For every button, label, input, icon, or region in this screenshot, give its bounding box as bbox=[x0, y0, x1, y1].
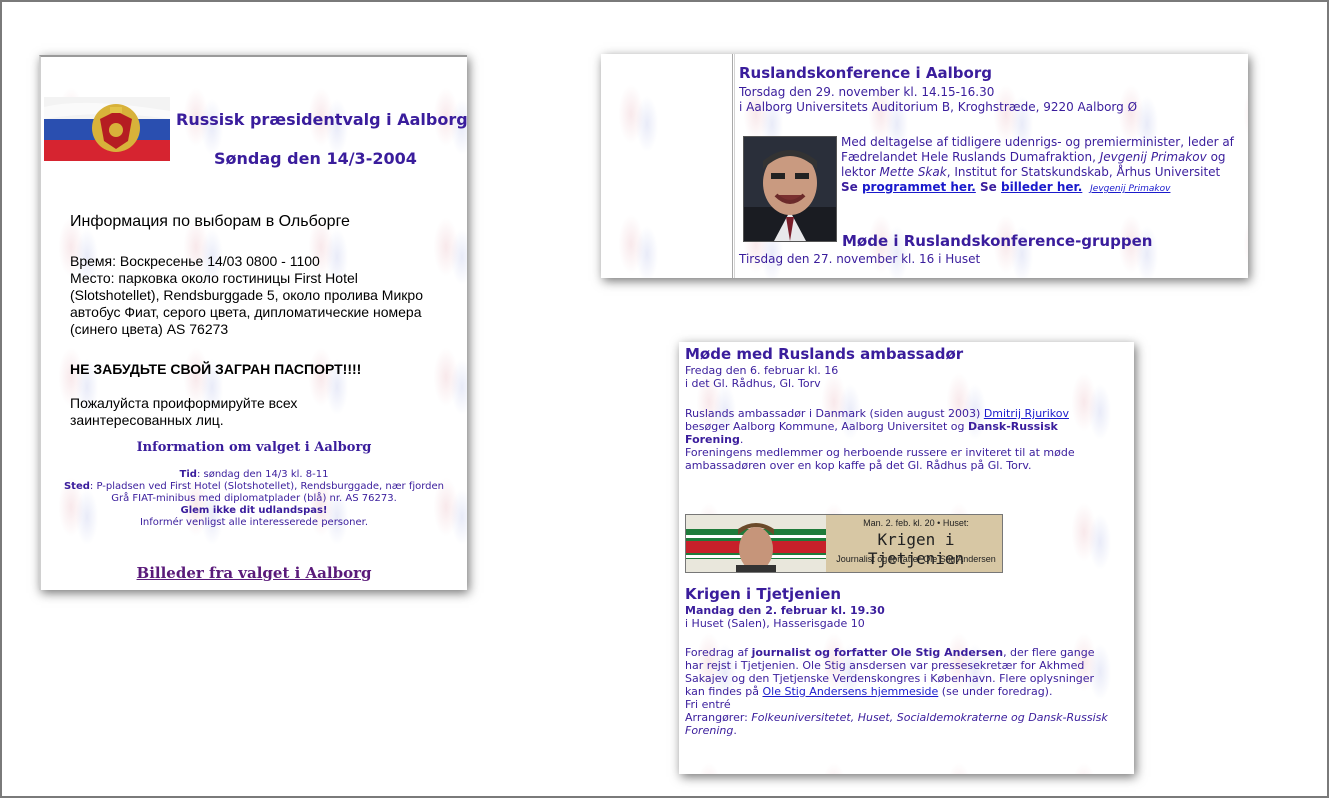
ambassador-card: Møde med Ruslands ambassadør Fredag den … bbox=[679, 342, 1134, 774]
p3-bold: journalist og forfatter Ole Stig Anderse… bbox=[751, 646, 1004, 659]
conference-date: Torsdag den 29. november kl. 14.15-16.30 bbox=[739, 85, 995, 99]
free-entry: Fri entré bbox=[685, 698, 731, 711]
meeting-date: Tirsdag den 27. november kl. 16 i Huset bbox=[739, 252, 981, 266]
see-text: Se bbox=[975, 180, 1001, 194]
election-photos-link[interactable]: Billeder fra valget i Aalborg bbox=[41, 564, 467, 582]
see-text: Se bbox=[841, 180, 862, 194]
ambassador-title: Møde med Ruslands ambassadør bbox=[685, 345, 964, 363]
rjurikov-link[interactable]: Dmitrij Rjurikov bbox=[984, 407, 1069, 420]
bus-info: Grå FIAT-minibus med diplomatplader (blå… bbox=[111, 493, 397, 504]
speaker-skak: Mette Skak bbox=[879, 165, 947, 179]
conference-description: Med deltagelse af tidligere udenrigs- og… bbox=[841, 135, 1241, 197]
p2-text: Foreningens medlemmer og herboende russe… bbox=[685, 446, 1075, 472]
conference-title: Ruslandskonference i Aalborg bbox=[739, 64, 992, 82]
tid-value: : søndag den 14/3 kl. 8-11 bbox=[196, 469, 329, 480]
ambassador-date: Fredag den 6. februar kl. 16 bbox=[685, 364, 839, 377]
ru-info-body: Время: Воскресенье 14/03 0800 - 1100 Мес… bbox=[70, 253, 450, 338]
election-card: Russisk præsidentvalg i Aalborg Søndag d… bbox=[39, 55, 467, 590]
primakov-caption-link[interactable]: Jevgenij Primakov bbox=[1090, 184, 1170, 194]
desc-text-c: , Institut for Statskundskab, Århus Univ… bbox=[946, 165, 1221, 179]
chechnya-banner: Man. 2. feb. kl. 20 • Huset: Krigen i Tj… bbox=[685, 514, 1003, 573]
divider bbox=[732, 54, 733, 278]
meeting-title: Møde i Ruslandskonference-gruppen bbox=[842, 232, 1153, 250]
ru-inform-request: Пожалуйста проиформируйте всех заинтерес… bbox=[70, 395, 298, 428]
primakov-photo bbox=[743, 136, 837, 242]
chechnya-paragraph: Foredrag af journalist og forfatter Ole … bbox=[685, 646, 1113, 737]
p1-text: Ruslands ambassadør i Danmark (siden aug… bbox=[685, 407, 984, 420]
info-body: Tid: søndag den 14/3 kl. 8-11 Sted: P-pl… bbox=[41, 469, 467, 529]
p3-text: (se under foredrag). bbox=[938, 685, 1053, 698]
inform-request: Informér venligst alle interesserede per… bbox=[139, 517, 368, 528]
chechnya-title: Krigen i Tjetjenien bbox=[685, 585, 842, 603]
ru-passport-warning: НЕ ЗАБУДЬТЕ СВОЙ ЗАГРАН ПАСПОРТ!!!! bbox=[70, 361, 362, 377]
document-frame: Russisk præsidentvalg i Aalborg Søndag d… bbox=[0, 0, 1329, 798]
ru-place: Место: парковка около гостиницы First Ho… bbox=[70, 270, 423, 337]
election-date: Søndag den 14/3-2004 bbox=[214, 149, 417, 168]
banner-subtitle: Journalist og forfatter Ole Stig Anderse… bbox=[836, 554, 996, 564]
ru-info-title: Информация по выборам в Ольборге bbox=[70, 213, 350, 230]
passport-reminder: Glem ikke dit udlandspas! bbox=[180, 505, 328, 516]
p3-text: Foredrag af bbox=[685, 646, 752, 659]
program-link[interactable]: programmet her. bbox=[862, 180, 976, 194]
russian-flag-eagle-image bbox=[44, 97, 170, 161]
p1-text: besøger Aalborg Kommune, Aalborg Univers… bbox=[685, 420, 968, 433]
chechnya-date: Mandag den 2. februar kl. 19.30 bbox=[685, 604, 885, 617]
banner-top: Man. 2. feb. kl. 20 • Huset: bbox=[863, 518, 969, 528]
tid-label: Tid bbox=[179, 469, 197, 480]
speaker-primakov: Jevgenij Primakov bbox=[1099, 150, 1207, 164]
chechnya-place: i Huset (Salen), Hasserisgade 10 bbox=[685, 617, 865, 630]
organizers-end: . bbox=[733, 724, 737, 737]
info-title: Information om valget i Aalborg bbox=[136, 440, 372, 455]
conference-place: i Aalborg Universitets Auditorium B, Kro… bbox=[739, 100, 1138, 114]
sted-value: : P-pladsen ved First Hotel (Slotshotell… bbox=[89, 481, 445, 492]
photos-link[interactable]: billeder her. bbox=[1001, 180, 1082, 194]
organizers-label: Arrangører: bbox=[685, 711, 752, 724]
ambassador-place: i det Gl. Rådhus, Gl. Torv bbox=[685, 377, 821, 390]
sted-label: Sted bbox=[63, 481, 90, 492]
ru-time: Время: Воскресенье 14/03 0800 - 1100 bbox=[70, 253, 320, 269]
conference-card: Ruslandskonference i Aalborg Torsdag den… bbox=[601, 54, 1248, 278]
ambassador-paragraph: Ruslands ambassadør i Danmark (siden aug… bbox=[685, 407, 1105, 472]
election-heading: Russisk præsidentvalg i Aalborg bbox=[176, 110, 467, 129]
ole-stig-andersen-link[interactable]: Ole Stig Andersens hjemmeside bbox=[762, 685, 938, 698]
p1-text: . bbox=[739, 433, 744, 446]
divider bbox=[734, 54, 735, 278]
